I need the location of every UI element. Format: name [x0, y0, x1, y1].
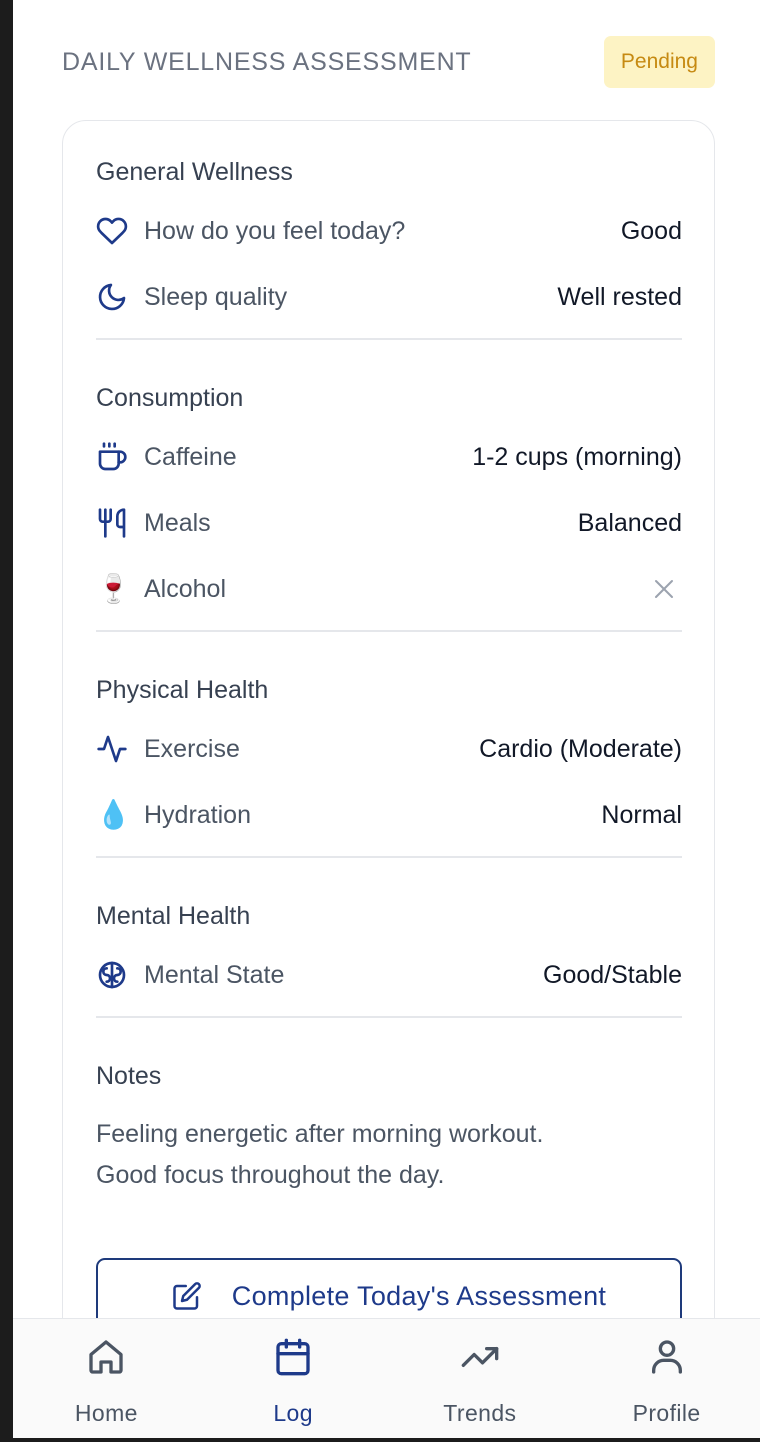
- bottom-nav: Home Log Trends Profile: [13, 1318, 760, 1442]
- nav-label: Home: [74, 1400, 138, 1426]
- button-label: Complete Today's Assessment: [231, 1281, 607, 1311]
- row-label: Caffeine: [144, 442, 237, 471]
- page-header: DAILY WELLNESS ASSESSMENT Pending: [62, 36, 715, 88]
- section-title: Mental Health: [96, 902, 251, 930]
- close-icon: [652, 577, 676, 601]
- section-general-wellness: General Wellness How do you feel today? …: [96, 156, 682, 330]
- brain-icon: [96, 959, 128, 991]
- moon-icon: [96, 281, 128, 313]
- section-title: Notes: [96, 1062, 162, 1090]
- nav-label: Profile: [632, 1400, 701, 1426]
- section-title: General Wellness: [96, 158, 293, 186]
- notes-line: Feeling energetic after morning workout.: [96, 1120, 544, 1148]
- droplet-icon: 💧: [96, 799, 131, 830]
- nav-item-profile[interactable]: Profile: [573, 1319, 760, 1442]
- section-consumption: Consumption Caffeine 1-2 cups (morning) …: [96, 382, 682, 622]
- edit-icon: [172, 1281, 232, 1316]
- activity-icon: [96, 733, 128, 765]
- user-icon: [647, 1337, 687, 1382]
- section-physical-health: Physical Health Exercise Cardio (Moderat…: [96, 674, 682, 848]
- utensils-icon: [96, 507, 128, 539]
- notes-line: Good focus throughout the day.: [96, 1161, 445, 1189]
- row-value: Balanced: [577, 508, 682, 537]
- trending-up-icon: [460, 1337, 500, 1382]
- list-item-mental-state[interactable]: Mental State Good/Stable: [96, 942, 682, 1008]
- home-indicator-bar: [13, 1438, 760, 1442]
- row-label: How do you feel today?: [144, 216, 406, 245]
- calendar-icon: [273, 1337, 313, 1382]
- row-value: Well rested: [557, 282, 682, 311]
- list-item-exercise[interactable]: Exercise Cardio (Moderate): [96, 716, 682, 782]
- divider: [96, 856, 682, 858]
- heart-icon: [96, 215, 128, 247]
- assessment-card: General Wellness How do you feel today? …: [62, 120, 715, 1380]
- wine-glass-icon: 🍷: [96, 573, 131, 604]
- divider: [96, 630, 682, 632]
- section-mental-health: Mental Health Mental State Good/Stable: [96, 900, 682, 1008]
- row-label: Alcohol: [144, 574, 226, 603]
- section-title: Consumption: [96, 384, 244, 412]
- nav-item-trends[interactable]: Trends: [387, 1319, 574, 1442]
- status-badge: Pending: [603, 36, 715, 88]
- notes-text: Feeling energetic after morning workout.…: [96, 1114, 682, 1196]
- row-value: Normal: [601, 800, 682, 829]
- nav-label: Log: [273, 1400, 313, 1426]
- row-label: Mental State: [144, 960, 285, 989]
- list-item-sleep[interactable]: Sleep quality Well rested: [96, 264, 682, 330]
- divider: [96, 338, 682, 340]
- window-edge: [0, 0, 13, 1442]
- list-item-caffeine[interactable]: Caffeine 1-2 cups (morning): [96, 424, 682, 490]
- coffee-icon: [96, 441, 128, 473]
- nav-label: Trends: [443, 1400, 517, 1426]
- row-label: Sleep quality: [144, 282, 288, 311]
- list-item-alcohol[interactable]: 🍷 Alcohol: [96, 556, 682, 622]
- row-value: Good/Stable: [543, 960, 682, 989]
- nav-item-log[interactable]: Log: [200, 1319, 387, 1442]
- page-title: DAILY WELLNESS ASSESSMENT: [62, 47, 472, 76]
- nav-item-home[interactable]: Home: [13, 1319, 200, 1442]
- home-icon: [86, 1337, 126, 1382]
- row-label: Hydration: [144, 800, 251, 829]
- app-screen: DAILY WELLNESS ASSESSMENT Pending Genera…: [13, 0, 760, 1442]
- list-item-meals[interactable]: Meals Balanced: [96, 490, 682, 556]
- list-item-feeling[interactable]: How do you feel today? Good: [96, 198, 682, 264]
- row-value: Good: [620, 216, 682, 245]
- divider: [96, 1016, 682, 1018]
- row-label: Exercise: [144, 734, 240, 763]
- section-title: Physical Health: [96, 676, 269, 704]
- section-notes: Notes Feeling energetic after morning wo…: [96, 1060, 682, 1196]
- row-label: Meals: [144, 508, 211, 537]
- row-value: 1-2 cups (morning): [472, 442, 682, 471]
- row-value: Cardio (Moderate): [479, 734, 682, 763]
- list-item-hydration[interactable]: 💧 Hydration Normal: [96, 782, 682, 848]
